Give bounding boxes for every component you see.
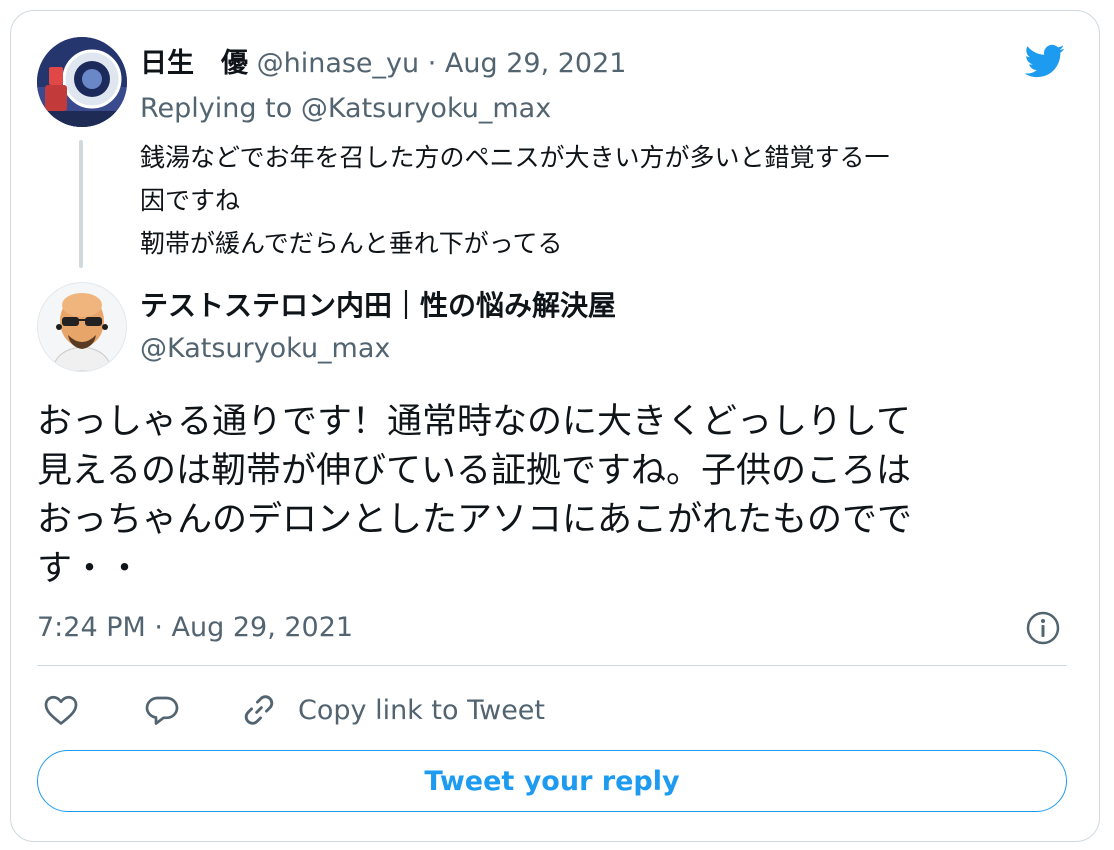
thread-connector-line — [79, 140, 83, 268]
actions-divider — [37, 665, 1067, 666]
parent-tweet-text: 銭湯などでお年を召した方のペニスが大きい方が多いと錯覚する一 因ですね 靭帯が緩… — [140, 136, 1040, 265]
reply-author-avatar[interactable] — [37, 282, 127, 372]
meta-separator: · — [427, 48, 437, 79]
parent-author-avatar[interactable] — [37, 37, 127, 127]
avatar-image — [38, 283, 126, 371]
parent-text-line: 靭帯が緩んでだらんと垂れ下がってる — [140, 229, 563, 258]
twitter-bird-icon[interactable] — [1018, 40, 1070, 82]
reply-text-line: おっしゃる通りです！通常時なのに大きくどっしりして — [37, 402, 911, 442]
info-icon[interactable] — [1025, 610, 1061, 646]
parent-tweet-date[interactable]: Aug 29, 2021 — [445, 48, 627, 79]
parent-tweet-header: 日生 優 @hinase_yu · Aug 29, 2021 — [140, 44, 626, 84]
avatar-image — [37, 37, 127, 127]
replying-to-mention[interactable]: @Katsuryoku_max — [301, 93, 551, 124]
replying-to-line: Replying to @Katsuryoku_max — [140, 89, 551, 129]
parent-author-handle[interactable]: @hinase_yu — [257, 48, 420, 79]
reply-author-name[interactable]: テストステロン内田｜性の悩み解決屋 — [140, 286, 616, 326]
parent-text-line: 因ですね — [140, 186, 241, 215]
copy-link-button[interactable]: Copy link to Tweet — [240, 688, 545, 732]
reply-bubble-icon — [145, 696, 179, 725]
like-button[interactable] — [42, 688, 80, 732]
parent-text-line: 銭湯などでお年を召した方のペニスが大きい方が多いと錯覚する一 — [140, 143, 890, 172]
heart-icon — [44, 695, 78, 725]
reply-tweet-text: おっしゃる通りです！通常時なのに大きくどっしりして 見えるのは靭帯が伸びている証… — [37, 398, 1077, 594]
tweet-your-reply-button[interactable]: Tweet your reply — [37, 750, 1067, 812]
copy-link-label: Copy link to Tweet — [298, 694, 546, 726]
parent-author-name[interactable]: 日生 優 — [140, 48, 248, 79]
reply-author-handle[interactable]: @Katsuryoku_max — [140, 329, 390, 369]
link-icon — [244, 695, 274, 725]
reply-text-line: おっちゃんのデロンとしたアソコにあこがれたものでで — [37, 500, 913, 540]
reply-text-line: 見えるのは靭帯が伸びている証拠ですね。子供のころは — [37, 451, 911, 491]
reply-button[interactable] — [143, 688, 181, 732]
reply-timestamp[interactable]: 7:24 PM · Aug 29, 2021 — [37, 608, 353, 648]
reply-text-line: す・・ — [37, 549, 143, 589]
replying-to-prefix: Replying to — [140, 93, 301, 124]
